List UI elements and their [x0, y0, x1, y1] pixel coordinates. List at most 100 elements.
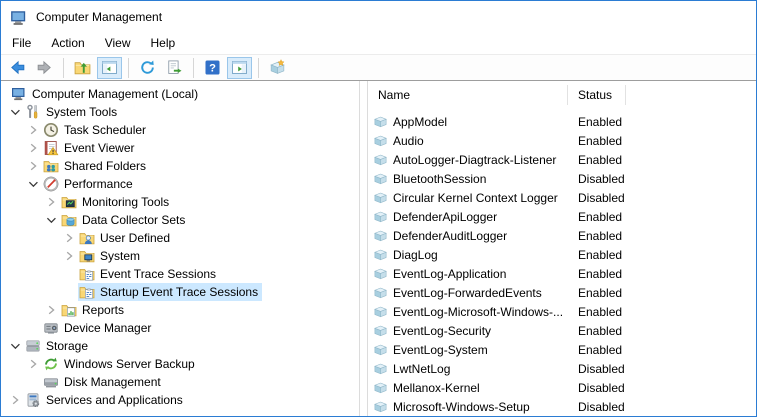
chevron-collapsed-icon[interactable]	[61, 230, 77, 246]
list-header: Name Status	[368, 85, 756, 109]
list-row-microsoft-windows-setup[interactable]: Microsoft-Windows-Setup Disabled	[368, 397, 756, 416]
tree-item-event-viewer[interactable]: Event Viewer	[1, 139, 359, 157]
trace-session-cube-icon	[373, 399, 388, 414]
show-hide-console-tree-button[interactable]	[97, 57, 122, 79]
title-bar[interactable]: Computer Management	[1, 1, 756, 32]
monitoring-tools-icon	[61, 194, 77, 210]
list-row-eventlog-system[interactable]: EventLog-System Enabled	[368, 340, 756, 359]
toolbar	[1, 54, 756, 81]
list-row-audio[interactable]: Audio Enabled	[368, 131, 756, 150]
tree-item-data-collector-sets[interactable]: Data Collector Sets	[1, 211, 359, 229]
status-value: Enabled	[568, 115, 622, 129]
tree-item-storage[interactable]: Storage	[1, 337, 359, 355]
toolbar-separator	[258, 58, 259, 78]
list-rows: AppModel Enabled Audio Enabled AutoLogge…	[368, 112, 756, 416]
tree-item-system[interactable]: System	[1, 247, 359, 265]
server-backup-icon	[43, 356, 59, 372]
chevron-collapsed-icon[interactable]	[25, 158, 41, 174]
chevron-expanded-icon[interactable]	[7, 104, 23, 120]
trace-session-cube-icon	[373, 171, 388, 186]
tree-item-startup-event-trace-sessions[interactable]: Startup Event Trace Sessions	[1, 283, 359, 301]
list-row-defenderapilogger[interactable]: DefenderApiLogger Enabled	[368, 207, 756, 226]
list-row-eventlog-security[interactable]: EventLog-Security Enabled	[368, 321, 756, 340]
up-folder-icon	[74, 59, 91, 76]
help-button[interactable]	[200, 57, 225, 79]
list-row-eventlog-forwardedevents[interactable]: EventLog-ForwardedEvents Enabled	[368, 283, 756, 302]
shared-folders-icon	[43, 158, 59, 174]
list-row-lwtnetlog[interactable]: LwtNetLog Disabled	[368, 359, 756, 378]
show-hide-action-pane-button[interactable]	[227, 57, 252, 79]
data-collector-sets-icon	[61, 212, 77, 228]
chevron-collapsed-icon[interactable]	[43, 302, 59, 318]
trace-session-cube-icon	[373, 285, 388, 300]
chevron-expanded-icon[interactable]	[25, 176, 41, 192]
chevron-expanded-icon[interactable]	[43, 212, 59, 228]
column-header-name[interactable]: Name	[368, 85, 568, 105]
up-one-level-button[interactable]	[70, 57, 95, 79]
list-row-diaglog[interactable]: DiagLog Enabled	[368, 245, 756, 264]
tree-item-services-and-applications[interactable]: Services and Applications	[1, 391, 359, 409]
menu-view[interactable]: View	[95, 33, 141, 53]
tree-item-performance[interactable]: Performance	[1, 175, 359, 193]
pane-splitter[interactable]	[360, 81, 367, 416]
tree-item-windows-server-backup[interactable]: Windows Server Backup	[1, 355, 359, 373]
chevron-collapsed-icon[interactable]	[25, 140, 41, 156]
status-value: Enabled	[568, 305, 622, 319]
list-row-appmodel[interactable]: AppModel Enabled	[368, 112, 756, 131]
tree-item-event-trace-sessions[interactable]: Event Trace Sessions	[1, 265, 359, 283]
disk-management-icon	[43, 374, 59, 390]
trace-session-cube-icon	[373, 266, 388, 281]
chevron-collapsed-icon[interactable]	[25, 122, 41, 138]
tree-item-reports[interactable]: Reports	[1, 301, 359, 319]
status-value: Enabled	[568, 153, 622, 167]
export-list-icon	[166, 59, 183, 76]
chevron-collapsed-icon[interactable]	[7, 392, 23, 408]
device-manager-icon	[43, 320, 59, 336]
computer-icon	[11, 86, 27, 102]
new-session-button[interactable]	[265, 57, 290, 79]
forward-arrow-icon	[36, 59, 53, 76]
trace-session-cube-icon	[373, 190, 388, 205]
tree-item-device-manager[interactable]: Device Manager	[1, 319, 359, 337]
back-button[interactable]	[5, 57, 30, 79]
column-header-status[interactable]: Status	[568, 85, 626, 105]
tree-item-system-tools[interactable]: System Tools	[1, 103, 359, 121]
chevron-collapsed-icon[interactable]	[43, 194, 59, 210]
status-value: Enabled	[568, 248, 622, 262]
back-arrow-icon	[9, 59, 26, 76]
tree-item-task-scheduler[interactable]: Task Scheduler	[1, 121, 359, 139]
trace-session-cube-icon	[373, 361, 388, 376]
menu-help[interactable]: Help	[141, 33, 186, 53]
list-row-bluetoothsession[interactable]: BluetoothSession Disabled	[368, 169, 756, 188]
menu-file[interactable]: File	[2, 33, 41, 53]
tree-item-user-defined[interactable]: User Defined	[1, 229, 359, 247]
list-row-defenderauditlogger[interactable]: DefenderAuditLogger Enabled	[368, 226, 756, 245]
list-row-eventlog-microsoft-windows[interactable]: EventLog-Microsoft-Windows-... Enabled	[368, 302, 756, 321]
chevron-collapsed-icon[interactable]	[61, 248, 77, 264]
list-row-circular-kernel-context-logger[interactable]: Circular Kernel Context Logger Disabled	[368, 188, 756, 207]
list-row-eventlog-application[interactable]: EventLog-Application Enabled	[368, 264, 756, 283]
trace-session-cube-icon	[373, 133, 388, 148]
trace-session-cube-icon	[373, 228, 388, 243]
tree-item-monitoring-tools[interactable]: Monitoring Tools	[1, 193, 359, 211]
tree-item-disk-management[interactable]: Disk Management	[1, 373, 359, 391]
storage-icon	[25, 338, 41, 354]
system-tools-icon	[25, 104, 41, 120]
chevron-placeholder	[61, 266, 77, 282]
list-row-autologger-diagtrack-listener[interactable]: AutoLogger-Diagtrack-Listener Enabled	[368, 150, 756, 169]
action-pane-icon	[231, 59, 248, 76]
status-value: Disabled	[568, 191, 625, 205]
export-list-button[interactable]	[162, 57, 187, 79]
trace-session-cube-icon	[373, 114, 388, 129]
list-row-mellanox-kernel[interactable]: Mellanox-Kernel Disabled	[368, 378, 756, 397]
tree-item-computer-management-local[interactable]: Computer Management (Local)	[1, 85, 359, 103]
new-session-cube-icon	[269, 59, 286, 76]
forward-button[interactable]	[32, 57, 57, 79]
tree-item-shared-folders[interactable]: Shared Folders	[1, 157, 359, 175]
status-value: Enabled	[568, 343, 622, 357]
chevron-collapsed-icon[interactable]	[25, 356, 41, 372]
menu-action[interactable]: Action	[41, 33, 94, 53]
refresh-button[interactable]	[135, 57, 160, 79]
status-value: Enabled	[568, 210, 622, 224]
chevron-expanded-icon[interactable]	[7, 338, 23, 354]
